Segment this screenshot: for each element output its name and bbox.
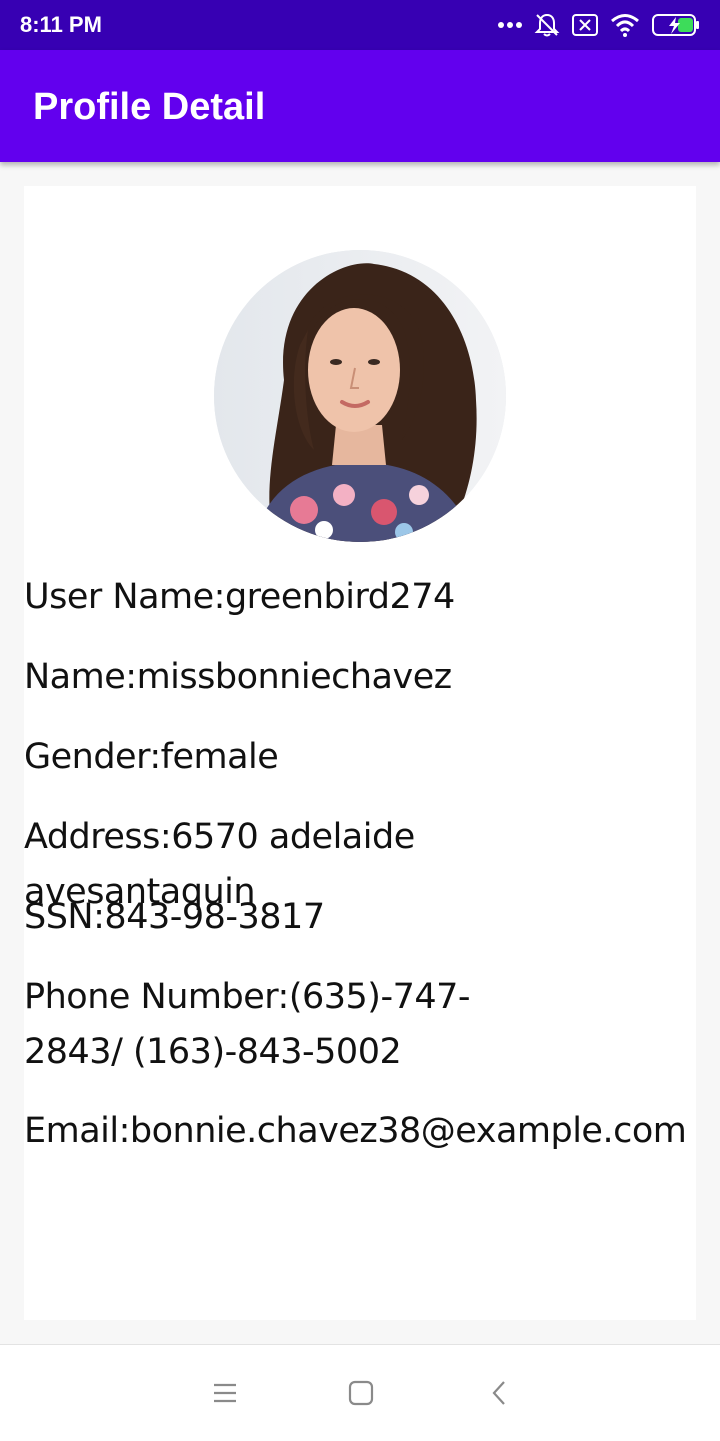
avatar (214, 250, 506, 542)
name-value: missbonniechavez (136, 657, 453, 697)
name-field: Name:missbonniechavez (24, 650, 644, 705)
back-icon[interactable] (481, 1375, 517, 1411)
email-value: bonnie.chavez38@example.com (129, 1111, 687, 1151)
home-icon[interactable] (343, 1375, 379, 1411)
gender-label: Gender: (24, 737, 161, 777)
ssn-value: 843-98-3817 (104, 897, 325, 937)
name-label: Name: (24, 657, 137, 697)
ssn-field: SSN:843-98-3817 (24, 890, 644, 945)
email-label: Email: (24, 1111, 130, 1151)
gender-field: Gender:female (24, 730, 644, 785)
profile-card: User Name:greenbird274 Name:missbonniech… (24, 186, 696, 1320)
battery-charging-icon (652, 13, 700, 37)
system-nav-bar (0, 1344, 720, 1441)
menu-icon[interactable] (207, 1375, 243, 1411)
sim-x-icon (572, 14, 598, 36)
username-field: User Name:greenbird274 (24, 570, 644, 625)
wifi-icon (610, 13, 640, 37)
username-label: User Name: (24, 577, 225, 617)
mute-icon (534, 12, 560, 38)
username-value: greenbird274 (224, 577, 455, 617)
gender-value: female (160, 737, 279, 777)
more-dots-icon (498, 21, 522, 29)
app-bar: Profile Detail (0, 50, 720, 162)
ssn-label: SSN: (24, 897, 105, 937)
status-bar: 8:11 PM (0, 0, 720, 50)
page-title: Profile Detail (33, 86, 266, 128)
email-field: Email:bonnie.chavez38@example.com (24, 1104, 687, 1159)
phone-label: Phone Number: (24, 977, 289, 1017)
address-label: Address: (24, 817, 172, 857)
status-icons (498, 10, 700, 40)
status-time: 8:11 PM (20, 12, 102, 37)
phone-field: Phone Number:(635)-747-2843/ (163)-843-5… (24, 970, 564, 1080)
